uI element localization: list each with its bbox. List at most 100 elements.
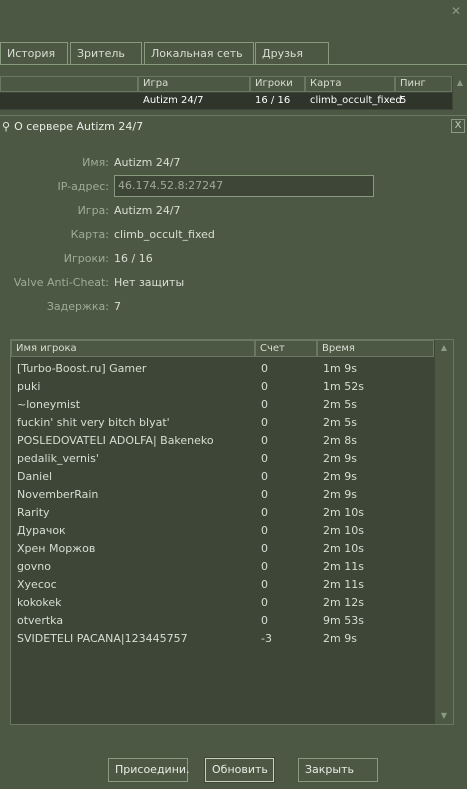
column-header-map[interactable]: Карта xyxy=(305,76,395,92)
column-header-score[interactable]: Счет xyxy=(255,340,317,357)
table-row[interactable]: Daniel 0 2m 9s xyxy=(11,468,434,486)
tab-history[interactable]: История xyxy=(0,42,68,65)
player-score: 0 xyxy=(261,416,268,429)
player-time: 2m 9s xyxy=(323,452,357,465)
header-label: Карта xyxy=(310,78,342,89)
player-time: 9m 53s xyxy=(323,614,364,627)
player-name: govno xyxy=(17,560,51,573)
player-score: 0 xyxy=(261,578,268,591)
table-row[interactable]: POSLEDOVATELI ADOLFA| Bakeneko 0 2m 8s xyxy=(11,432,434,450)
table-row[interactable]: govno 0 2m 11s xyxy=(11,558,434,576)
name-value: Autizm 24/7 xyxy=(114,156,181,169)
header-label: Игра xyxy=(143,78,169,89)
header-label: Счет xyxy=(260,343,285,354)
table-row[interactable]: Хрен Моржов 0 2m 10s xyxy=(11,540,434,558)
table-row[interactable]: puki 0 1m 52s xyxy=(11,378,434,396)
player-name: NovemberRain xyxy=(17,488,99,501)
table-row[interactable]: Дурачок 0 2m 10s xyxy=(11,522,434,540)
window-top-strip: ✕ xyxy=(0,0,467,42)
player-name: otvertka xyxy=(17,614,64,627)
close-button[interactable]: X xyxy=(451,119,465,133)
close-icon[interactable]: ✕ xyxy=(451,4,461,18)
player-name: kokokek xyxy=(17,596,62,609)
vac-value: Нет защиты xyxy=(114,276,185,289)
arrow-up-icon[interactable]: ▲ xyxy=(453,78,467,87)
column-header-players[interactable]: Игроки xyxy=(250,76,305,92)
tab-bar: История Зритель Локальная сеть Друзья xyxy=(0,42,467,65)
player-time: 2m 11s xyxy=(323,560,364,573)
ip-field[interactable]: 46.174.52.8:27247 xyxy=(114,175,374,197)
player-score: 0 xyxy=(261,362,268,375)
player-time: 2m 10s xyxy=(323,524,364,537)
table-row[interactable]: Rarity 0 2m 10s xyxy=(11,504,434,522)
player-time: 2m 9s xyxy=(323,470,357,483)
player-name: [Turbo-Boost.ru] Gamer xyxy=(17,362,147,375)
server-players: 16 / 16 xyxy=(255,95,291,106)
table-row[interactable]: otvertka 0 9m 53s xyxy=(11,612,434,630)
tab-friends[interactable]: Друзья xyxy=(255,42,329,65)
player-time: 2m 9s xyxy=(323,632,357,645)
tab-spectator[interactable]: Зритель xyxy=(70,42,142,65)
players-scrollbar[interactable]: ▲ ▼ xyxy=(434,340,453,724)
server-map: climb_occult_fixed xyxy=(310,95,402,106)
tab-lan[interactable]: Локальная сеть xyxy=(144,42,254,65)
player-name: POSLEDOVATELI ADOLFA| Bakeneko xyxy=(17,434,214,447)
ip-label: IP-адрес: xyxy=(57,180,109,193)
table-row[interactable]: kokokek 0 2m 12s xyxy=(11,594,434,612)
server-ping: 5 xyxy=(400,95,407,106)
column-header-game[interactable]: Игра xyxy=(138,76,250,92)
game-label: Игра: xyxy=(77,204,109,217)
latency-value: 7 xyxy=(114,300,121,313)
table-row[interactable]: [Turbo-Boost.ru] Gamer 0 1m 9s xyxy=(11,360,434,378)
latency-label: Задержка: xyxy=(46,300,109,313)
column-header-ping[interactable]: Пинг xyxy=(395,76,452,92)
player-time: 2m 5s xyxy=(323,398,357,411)
column-header-blank[interactable] xyxy=(0,76,138,92)
player-name: puki xyxy=(17,380,41,393)
players-value: 16 / 16 xyxy=(114,252,153,265)
tab-label: Друзья xyxy=(262,47,304,60)
player-score: 0 xyxy=(261,596,268,609)
panel-title-text: О сервере Autizm 24/7 xyxy=(14,120,144,133)
player-time: 2m 8s xyxy=(323,434,357,447)
close-icon: X xyxy=(454,120,462,131)
header-label: Время xyxy=(322,343,355,354)
table-row[interactable]: SVIDETELI PACANA|123445757 -3 2m 9s xyxy=(11,630,434,648)
tab-label: Локальная сеть xyxy=(151,47,243,60)
header-label: Имя игрока xyxy=(16,343,77,354)
divider xyxy=(0,64,467,65)
player-score: 0 xyxy=(261,524,268,537)
table-row[interactable]: Xyecoc 0 2m 11s xyxy=(11,576,434,594)
join-button[interactable]: Присоедини. xyxy=(108,758,190,782)
player-name: fuckin' shit very bitch blyat' xyxy=(17,416,170,429)
table-row[interactable]: pedalik_vernis' 0 2m 9s xyxy=(11,450,434,468)
player-score: 0 xyxy=(261,614,268,627)
arrow-up-icon[interactable]: ▲ xyxy=(435,340,453,356)
player-time: 1m 9s xyxy=(323,362,357,375)
player-score: 0 xyxy=(261,506,268,519)
column-header-player-name[interactable]: Имя игрока xyxy=(11,340,255,357)
button-label: Обновить xyxy=(212,763,268,776)
table-row[interactable]: fuckin' shit very bitch blyat' 0 2m 5s xyxy=(11,414,434,432)
button-label: Присоедини. xyxy=(115,763,190,776)
refresh-button[interactable]: Обновить xyxy=(204,757,275,783)
player-name: Daniel xyxy=(17,470,53,483)
player-time: 2m 10s xyxy=(323,506,364,519)
tab-label: Зритель xyxy=(77,47,125,60)
player-name: Хрен Моржов xyxy=(17,542,96,555)
player-name: Xyecoc xyxy=(17,578,57,591)
player-name: ~loneymist xyxy=(17,398,81,411)
close-window-button[interactable]: Закрыть xyxy=(298,758,378,782)
player-score: 0 xyxy=(261,434,268,447)
player-time: 2m 10s xyxy=(323,542,364,555)
table-row[interactable]: NovemberRain 0 2m 9s xyxy=(11,486,434,504)
player-score: 0 xyxy=(261,488,268,501)
column-header-time[interactable]: Время xyxy=(317,340,434,357)
server-list-scrollbar[interactable]: ▲ xyxy=(452,76,467,110)
table-row[interactable]: ~loneymist 0 2m 5s xyxy=(11,396,434,414)
game-value: Autizm 24/7 xyxy=(114,204,181,217)
player-time: 2m 5s xyxy=(323,416,357,429)
panel-title: ⚲ О сервере Autizm 24/7 xyxy=(2,120,143,133)
arrow-down-icon[interactable]: ▼ xyxy=(435,708,453,724)
player-score: 0 xyxy=(261,470,268,483)
